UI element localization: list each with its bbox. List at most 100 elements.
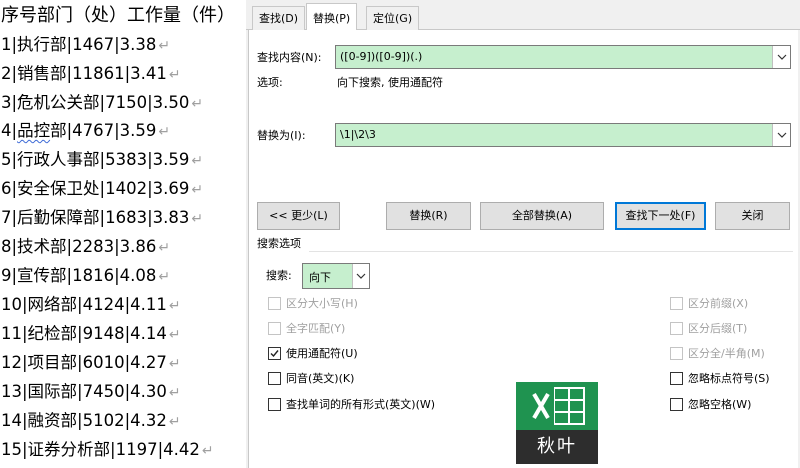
search-direction-dropdown[interactable]	[352, 264, 369, 288]
excel-logo-icon	[516, 382, 598, 430]
chevron-down-icon	[777, 132, 787, 138]
tab-find[interactable]: 查找(D)	[252, 6, 306, 30]
paragraph-mark-icon: ↵	[168, 414, 181, 430]
document-row: 12|项目部|6010|4.27 ↵	[1, 352, 181, 375]
search-direction-value: 向下	[309, 271, 331, 284]
search-options-title: 搜索选项	[257, 237, 301, 250]
row-text: 7|后勤保障部|1683|3.83	[1, 208, 190, 227]
paragraph-mark-icon: ↵	[191, 211, 204, 227]
paragraph-mark-icon: ↵	[201, 443, 214, 459]
divider	[309, 251, 793, 252]
paragraph-mark-icon: ↵	[191, 96, 204, 112]
replace-all-button[interactable]: 全部替换(A)	[480, 202, 604, 230]
option-checkbox	[670, 297, 683, 310]
find-value: ([0-9])([0-9])(.)	[340, 50, 423, 63]
find-replace-dialog: 查找(D) 替换(P) 定位(G) 查找内容(N): ([0-9])([0-9]…	[246, 0, 800, 468]
option-label[interactable]: 忽略标点符号(S)	[688, 372, 770, 386]
option-label[interactable]: 使用通配符(U)	[286, 347, 358, 361]
row-text: 8|技术部|2283|3.86	[1, 237, 157, 256]
document-row: 14|融资部|5102|4.32 ↵	[1, 410, 181, 433]
paragraph-mark-icon: ↵	[191, 182, 204, 198]
row-text: 2|销售部|11861|3.41	[1, 64, 167, 83]
logo-text: 秋叶	[516, 430, 598, 464]
document-row: 6|安全保卫处|1402|3.69 ↵	[1, 178, 203, 201]
row-text: 12|项目部|6010|4.27	[1, 353, 167, 372]
row-text: 部|4767|3.59	[50, 121, 157, 140]
table-header-line: 序号部门（处）工作量（件）	[1, 5, 235, 26]
option-checkbox	[670, 347, 683, 360]
tab-goto[interactable]: 定位(G)	[366, 6, 420, 30]
spellcheck-underlined-text: 品控	[17, 121, 51, 140]
option-checkbox[interactable]	[670, 398, 683, 411]
paragraph-mark-icon: ↵	[158, 240, 171, 256]
option-label[interactable]: 忽略空格(W)	[688, 398, 751, 412]
replace-dropdown-button[interactable]	[772, 124, 790, 146]
paragraph-mark-icon: ↵	[168, 356, 181, 372]
option-label: 区分后缀(T)	[688, 322, 748, 335]
replace-button[interactable]: 替换(R)	[386, 202, 471, 230]
row-text: 1|执行部|1467|3.38	[1, 35, 157, 54]
document-row: 1|执行部|1467|3.38 ↵	[1, 34, 170, 57]
row-text: 9|宣传部|1816|4.08	[1, 266, 157, 285]
document-row: 2|销售部|11861|3.41 ↵	[1, 63, 181, 86]
option-checkbox[interactable]	[268, 347, 281, 360]
paragraph-mark-icon: ↵	[191, 153, 204, 169]
qiuye-logo: 秋叶	[516, 382, 598, 464]
row-text: 10|网络部|4124|4.11	[1, 295, 167, 314]
row-text: 11|纪检部|9148|4.14	[1, 324, 167, 343]
paragraph-mark-icon: ↵	[158, 38, 171, 54]
option-label[interactable]: 查找单词的所有形式(英文)(W)	[286, 398, 435, 412]
options-label: 选项:	[257, 76, 283, 89]
document-row: 15|证券分析部|1197|4.42 ↵	[1, 439, 214, 462]
row-text: 14|融资部|5102|4.32	[1, 411, 167, 430]
find-dropdown-button[interactable]	[772, 46, 790, 68]
less-button[interactable]: << 更少(L)	[257, 202, 340, 230]
close-button[interactable]: 关闭	[715, 202, 790, 230]
search-direction-label: 搜索:	[266, 269, 292, 282]
row-text: 4|	[1, 121, 18, 140]
option-checkbox[interactable]	[268, 398, 281, 411]
row-text: 6|安全保卫处|1402|3.69	[1, 179, 190, 198]
document-area[interactable]: 序号部门（处）工作量（件） 1|执行部|1467|3.38 ↵ 2|销售部|1186…	[0, 0, 246, 468]
option-checkbox[interactable]	[268, 372, 281, 385]
checkmark-icon	[270, 350, 279, 358]
option-checkbox	[268, 297, 281, 310]
document-row: 7|后勤保障部|1683|3.83 ↵	[1, 207, 203, 230]
document-row: 4|品控部|4767|3.59 ↵	[1, 120, 170, 143]
option-checkbox[interactable]	[670, 372, 683, 385]
option-label[interactable]: 同音(英文)(K)	[286, 372, 354, 386]
chevron-down-icon	[777, 54, 787, 60]
document-row: 9|宣传部|1816|4.08 ↵	[1, 265, 170, 288]
option-label: 区分大小写(H)	[286, 297, 358, 310]
option-label: 全字匹配(Y)	[286, 322, 346, 335]
row-text: 13|国际部|7450|4.30	[1, 382, 167, 401]
option-label: 区分前缀(X)	[688, 297, 749, 310]
paragraph-mark-icon: ↵	[168, 67, 181, 83]
find-next-button[interactable]: 查找下一处(F)	[615, 202, 706, 230]
replace-input[interactable]: \1|\2\3	[335, 123, 791, 147]
row-text: 3|危机公关部|7150|3.50	[1, 93, 190, 112]
document-row: 5|行政人事部|5383|3.59 ↵	[1, 149, 203, 172]
find-label: 查找内容(N):	[257, 51, 322, 64]
tab-replace[interactable]: 替换(P)	[306, 3, 358, 31]
search-direction-select[interactable]: 向下	[302, 263, 370, 289]
document-row: 8|技术部|2283|3.86 ↵	[1, 236, 170, 259]
paragraph-mark-icon: ↵	[168, 298, 181, 314]
option-label: 区分全/半角(M)	[688, 347, 765, 360]
row-text: 5|行政人事部|5383|3.59	[1, 150, 190, 169]
paragraph-mark-icon: ↵	[158, 124, 171, 140]
replace-value: \1|\2\3	[340, 128, 376, 141]
document-row: 3|危机公关部|7150|3.50 ↵	[1, 92, 203, 115]
tab-bar: 查找(D) 替换(P) 定位(G)	[246, 0, 800, 31]
paragraph-mark-icon: ↵	[158, 269, 171, 285]
find-input[interactable]: ([0-9])([0-9])(.)	[335, 45, 791, 69]
document-row: 10|网络部|4124|4.11 ↵	[1, 294, 181, 317]
options-value: 向下搜索, 使用通配符	[337, 76, 443, 89]
paragraph-mark-icon: ↵	[168, 327, 181, 343]
paragraph-mark-icon: ↵	[168, 385, 181, 401]
option-checkbox	[268, 322, 281, 335]
chevron-down-icon	[356, 273, 366, 279]
row-text: 15|证券分析部|1197|4.42	[1, 440, 200, 459]
option-checkbox	[670, 322, 683, 335]
document-row: 13|国际部|7450|4.30 ↵	[1, 381, 181, 404]
